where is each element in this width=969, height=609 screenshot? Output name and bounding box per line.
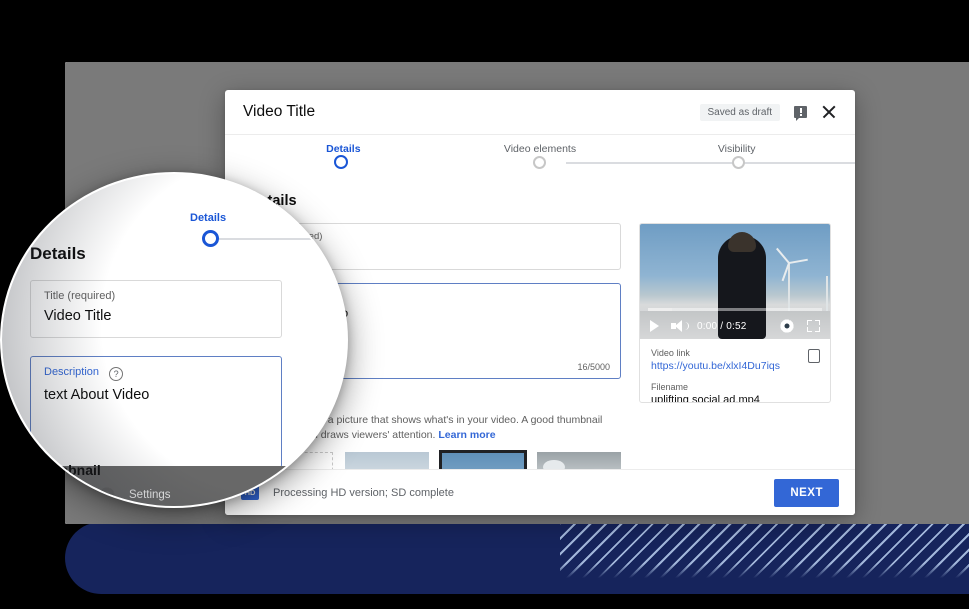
magnified-title-label: Title (required)	[44, 290, 268, 302]
video-link-label: Video link	[651, 348, 819, 358]
screenshot-root: Comments Likes (vs. d Settings YouTube S…	[0, 0, 969, 609]
step-dot-visibility[interactable]	[732, 156, 745, 169]
step-label-video-elements[interactable]: Video elements	[442, 143, 639, 155]
magnified-description-field[interactable]: Description ? text About Video	[30, 356, 282, 468]
close-icon[interactable]	[821, 104, 837, 120]
video-time: 0:00 / 0:52	[697, 321, 746, 332]
search-placeholder: Search across your channel	[393, 76, 523, 88]
magnified-thumbnail-label: Thumbnail	[30, 462, 101, 478]
step-dot-video-elements[interactable]	[533, 156, 546, 169]
create-button-label: CREATE	[906, 72, 953, 84]
volume-icon[interactable]	[671, 320, 685, 332]
windmill-graphic-2	[826, 276, 828, 312]
video-controls: 0:00 / 0:52	[640, 313, 830, 339]
thumbnail-option-1[interactable]	[345, 452, 429, 469]
youtube-logo-text: YouTube	[159, 71, 225, 91]
step-label-visibility[interactable]: Visibility	[638, 143, 835, 155]
filename-label: Filename	[651, 382, 819, 392]
dialog-header: Video Title Saved as draft	[225, 90, 855, 135]
copy-icon[interactable]	[808, 349, 820, 363]
dialog-title: Video Title	[243, 103, 315, 121]
magnified-settings-item[interactable]: Settings	[98, 486, 171, 503]
fullscreen-icon[interactable]	[807, 320, 820, 332]
play-icon[interactable]	[650, 320, 659, 332]
next-button[interactable]: NEXT	[774, 479, 839, 507]
hood-graphic	[728, 232, 756, 252]
learn-more-link[interactable]: Learn more	[438, 429, 495, 441]
hamburger-icon[interactable]	[87, 74, 105, 88]
magnified-step-dot[interactable]	[202, 230, 219, 247]
thumbnail-option-3[interactable]	[537, 452, 621, 469]
search-icon	[371, 75, 384, 88]
column-header-likes: Likes (vs. d	[917, 228, 969, 252]
video-link[interactable]: https://youtu.be/xlxI4Du7iqs	[651, 360, 819, 372]
decorative-navy-band	[65, 522, 969, 594]
feedback-icon[interactable]	[794, 106, 807, 118]
magnified-title-value: Video Title	[44, 308, 268, 324]
help-circle-icon[interactable]: ?	[847, 70, 862, 85]
magnified-title-field[interactable]: Title (required) Video Title	[30, 280, 282, 338]
saved-as-draft-badge: Saved as draft	[700, 104, 780, 121]
gear-icon	[98, 486, 115, 503]
video-camera-icon	[880, 71, 899, 84]
youtube-logo[interactable]: YouTube	[129, 71, 225, 91]
stepper-track	[566, 162, 855, 164]
filename-value: uplifting social ad.mp4	[651, 394, 819, 403]
video-scrubber[interactable]	[648, 308, 822, 311]
video-preview-card: 0:00 / 0:52 Video link https://youtu.be/…	[639, 223, 831, 403]
step-label-details[interactable]: Details	[245, 143, 442, 155]
step-dot-details[interactable]	[334, 155, 348, 169]
magnified-description-label: Description	[44, 366, 99, 378]
magnifier-lens: Details Details Title (required) Video T…	[0, 172, 348, 508]
help-circle-icon[interactable]: ?	[109, 367, 123, 381]
windmill-graphic	[788, 262, 790, 312]
decorative-diagonal-stripes	[560, 522, 969, 594]
thumbnail-option-2[interactable]	[441, 452, 525, 469]
gear-icon[interactable]	[780, 320, 793, 333]
video-player[interactable]: 0:00 / 0:52	[640, 224, 830, 339]
magnified-step-label: Details	[190, 212, 226, 224]
description-char-counter: 16/5000	[577, 362, 610, 372]
magnified-heading: Details	[30, 244, 348, 264]
create-button[interactable]: CREATE	[880, 71, 953, 84]
magnified-step-track	[219, 238, 348, 240]
youtube-play-icon	[129, 72, 154, 90]
magnified-settings-label: Settings	[129, 489, 171, 501]
magnified-description-value: text About Video	[44, 387, 268, 403]
